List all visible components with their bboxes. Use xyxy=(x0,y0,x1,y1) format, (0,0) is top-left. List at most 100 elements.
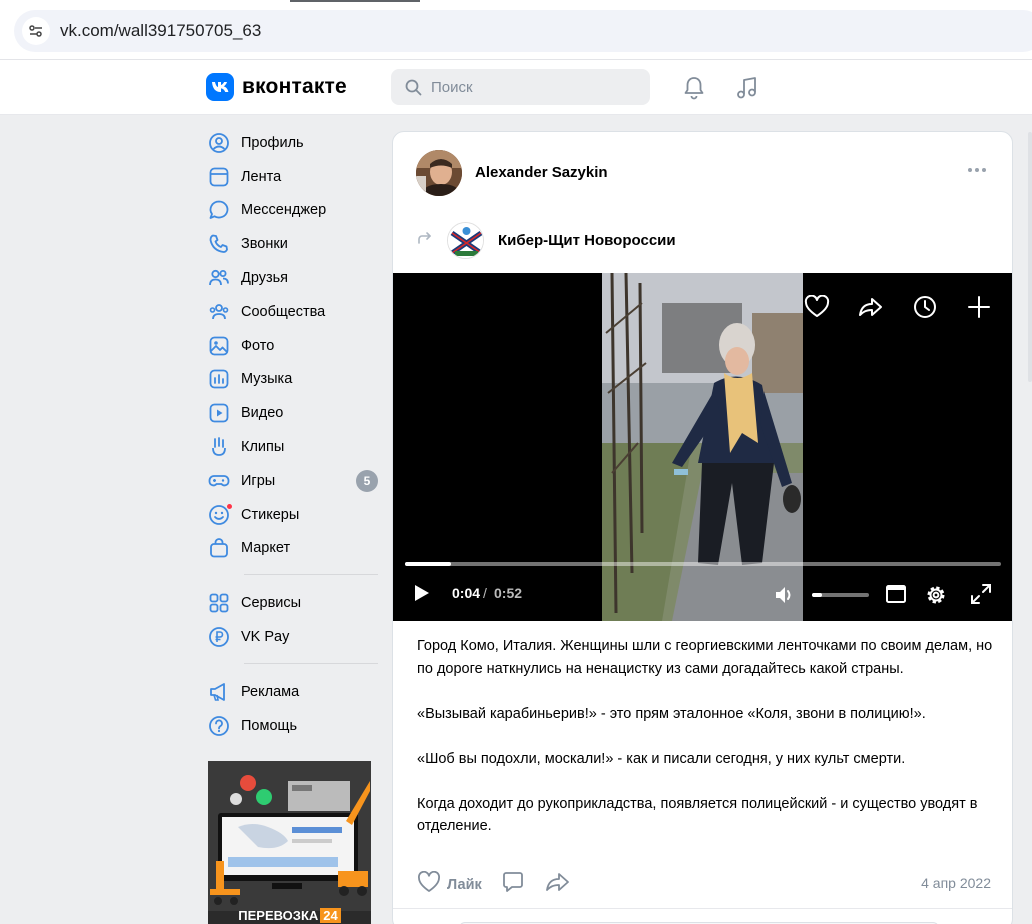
share-icon xyxy=(545,871,571,898)
settings-icon[interactable] xyxy=(924,583,948,612)
sidebar-item-label: Фото xyxy=(241,337,275,354)
phone-icon xyxy=(208,233,230,255)
sidebar-item-music[interactable]: Музыка xyxy=(206,363,378,397)
vk-logo-text: вконтакте xyxy=(242,75,347,98)
notification-badge: 5 xyxy=(356,469,378,492)
video-progress-bar[interactable] xyxy=(405,562,1001,566)
post-actions: Лайк 4 апр 2022 xyxy=(417,870,991,898)
post-paragraph: Когда доходит до рукоприкладства, появля… xyxy=(417,795,978,835)
sidebar-item-label: Клипы xyxy=(241,439,285,456)
sidebar-item-label: Профиль xyxy=(241,134,304,151)
heart-outline-icon xyxy=(417,870,441,898)
sidebar-divider xyxy=(244,662,378,664)
source-avatar[interactable] xyxy=(447,222,484,259)
sidebar-item-communities[interactable]: Сообщества xyxy=(206,295,378,329)
feed-icon xyxy=(208,166,230,188)
sidebar-item-video[interactable]: Видео xyxy=(206,396,378,430)
sidebar-item-label: Видео xyxy=(241,405,284,422)
sidebar-item-label: Звонки xyxy=(241,236,288,253)
clips-icon xyxy=(208,436,230,458)
tune-icon[interactable] xyxy=(22,17,50,45)
new-indicator-dot xyxy=(226,502,233,510)
play-icon[interactable] xyxy=(413,583,431,608)
share-icon[interactable] xyxy=(858,295,884,324)
bell-icon[interactable] xyxy=(682,75,706,106)
sidebar-item-label: VK Pay xyxy=(241,629,290,646)
active-tab-indicator xyxy=(290,0,420,2)
repost-arrow-icon xyxy=(417,230,433,251)
like-button[interactable]: Лайк xyxy=(417,870,482,898)
user-circle-icon xyxy=(208,132,230,154)
volume-slider-fill xyxy=(812,593,823,597)
megaphone-icon xyxy=(208,681,230,703)
volume-slider[interactable] xyxy=(812,593,869,597)
sidebar-item-ads[interactable]: Реклама xyxy=(206,675,378,709)
sidebar-item-help[interactable]: Помощь xyxy=(206,709,378,743)
browser-toolbar: vk.com/wall391750705_63 xyxy=(0,0,1032,60)
volume-icon[interactable] xyxy=(773,584,797,611)
sidebar-item-label: Сообщества xyxy=(241,303,326,320)
clock-icon[interactable] xyxy=(912,295,938,324)
comment-icon xyxy=(501,871,525,898)
video-frame xyxy=(602,273,803,621)
miniplayer-icon[interactable] xyxy=(885,583,907,610)
post-author-name[interactable]: Alexander Sazykin xyxy=(475,164,608,181)
music-note-icon[interactable] xyxy=(735,75,759,106)
chat-bubble-icon xyxy=(208,199,230,221)
address-bar[interactable]: vk.com/wall391750705_63 xyxy=(14,10,1032,52)
search-box[interactable] xyxy=(391,69,650,105)
communities-icon xyxy=(208,301,230,323)
sidebar-item-calls[interactable]: Звонки xyxy=(206,227,378,261)
post-date[interactable]: 4 апр 2022 xyxy=(921,875,991,891)
video-icon xyxy=(208,402,230,424)
sidebar-item-label: Стикеры xyxy=(241,506,300,523)
more-options-icon[interactable] xyxy=(968,168,986,172)
sidebar-item-clips[interactable]: Клипы xyxy=(206,430,378,464)
share-button[interactable] xyxy=(545,871,571,898)
grid-icon xyxy=(208,592,230,614)
ad-banner[interactable]: ПЕРЕВОЗКА 24 xyxy=(208,761,371,924)
video-time-current: 0:04 xyxy=(452,585,481,601)
scrollbar[interactable] xyxy=(1028,132,1032,382)
sidebar-item-feed[interactable]: Лента xyxy=(206,160,378,194)
sidebar-item-market[interactable]: Маркет xyxy=(206,532,378,566)
search-input[interactable] xyxy=(431,77,631,97)
video-player[interactable]: 0:04 / 0:52 xyxy=(393,273,1012,621)
vk-logo[interactable]: вконтакте xyxy=(206,73,347,101)
sidebar-item-photos[interactable]: Фото xyxy=(206,329,378,363)
sidebar-item-label: Помощь xyxy=(241,717,298,734)
sidebar-item-messenger[interactable]: Мессенджер xyxy=(206,194,378,228)
video-time-total: 0:52 xyxy=(494,585,523,601)
wall-post: Alexander Sazykin Кибер-Щит Новороссии 0… xyxy=(392,131,1013,924)
plus-icon[interactable] xyxy=(966,295,992,324)
sidebar-item-games[interactable]: Игры 5 xyxy=(206,464,378,498)
sidebar-item-services[interactable]: Сервисы xyxy=(206,586,378,620)
sidebar-item-label: Игры xyxy=(241,472,276,489)
vk-header: вконтакте xyxy=(0,60,1032,115)
search-icon xyxy=(405,79,422,101)
music-icon xyxy=(208,368,230,390)
url-text[interactable]: vk.com/wall391750705_63 xyxy=(60,21,261,41)
like-label: Лайк xyxy=(447,876,482,893)
sidebar-item-stickers[interactable]: Стикеры xyxy=(206,498,378,532)
video-time-separator: / xyxy=(483,585,487,601)
sidebar-item-label: Реклама xyxy=(241,683,300,700)
post-paragraph: «Вызывай карабиньерив!» - это прям этало… xyxy=(417,705,926,722)
friends-icon xyxy=(208,267,230,289)
source-community-name[interactable]: Кибер-Щит Новороссии xyxy=(498,232,676,249)
sidebar-item-vkpay[interactable]: VK Pay xyxy=(206,620,378,654)
video-progress-fill xyxy=(405,562,451,566)
ad-illustration xyxy=(208,761,371,911)
comment-button[interactable] xyxy=(501,871,525,898)
post-paragraph: «Шоб вы подохли, москали!» - как и писал… xyxy=(417,750,906,767)
sidebar-item-label: Музыка xyxy=(241,371,293,388)
heart-icon[interactable] xyxy=(804,294,830,324)
photo-icon xyxy=(208,335,230,357)
left-sidebar: Профиль Лента Мессенджер Звонки Друзья Сообще… xyxy=(206,126,378,743)
sidebar-item-profile[interactable]: Профиль xyxy=(206,126,378,160)
author-avatar[interactable] xyxy=(416,150,462,196)
question-circle-icon xyxy=(208,715,230,737)
fullscreen-icon[interactable] xyxy=(970,583,992,610)
sidebar-item-friends[interactable]: Друзья xyxy=(206,261,378,295)
shopping-bag-icon xyxy=(208,537,230,559)
